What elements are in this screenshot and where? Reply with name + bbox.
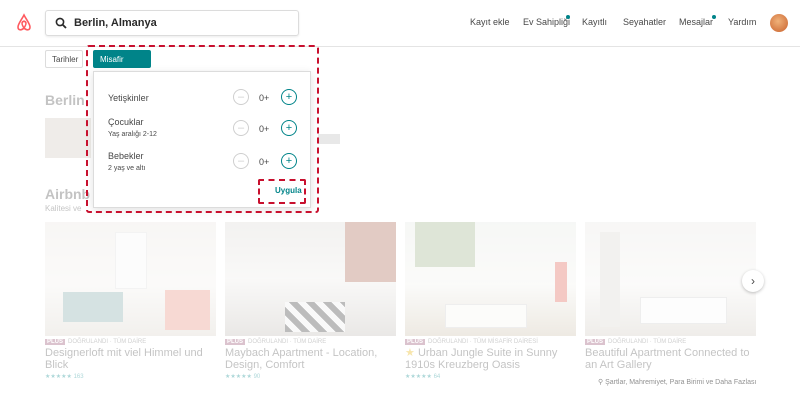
- section-title: Airbnb: [45, 186, 91, 202]
- listing-photo[interactable]: [585, 222, 756, 336]
- footer-links-text[interactable]: ⚲ Şartlar, Mahremiyet, Para Birimi ve Da…: [598, 378, 756, 386]
- listing-card[interactable]: PLUS DOĞRULANDI · TÜM DAİRE Designerloft …: [45, 222, 216, 380]
- airbnb-logo-icon[interactable]: [14, 13, 34, 33]
- nav-trips[interactable]: Seyahatler: [623, 17, 666, 27]
- section-title: Berlin: [45, 92, 85, 108]
- avatar[interactable]: [770, 14, 788, 32]
- listing-type: PLUS DOĞRULANDI · TÜM DAİRE: [45, 339, 147, 345]
- chevron-right-icon: ›: [751, 274, 755, 288]
- notification-dot: [712, 15, 716, 19]
- nav-add-listing[interactable]: Kayıt ekle: [470, 17, 510, 27]
- search-icon: [55, 17, 67, 29]
- listing-card[interactable]: PLUS DOĞRULANDI · TÜM DAİRE Maybach Apart…: [225, 222, 396, 380]
- map-pin-icon: ⚲: [598, 379, 604, 386]
- carousel-next-button[interactable]: ›: [742, 270, 764, 292]
- notification-dot: [566, 15, 570, 19]
- search-input[interactable]: Berlin, Almanya: [74, 17, 157, 29]
- nav-saved[interactable]: Kayıtlı: [582, 17, 607, 27]
- nav-help[interactable]: Yardım: [728, 17, 756, 27]
- listing-title[interactable]: ★ Urban Jungle Suite in Sunny 1910s Kreu…: [405, 347, 576, 371]
- dates-filter-button[interactable]: Tarihler: [45, 50, 83, 68]
- listing-rating: ★★★★★ 90: [225, 374, 261, 380]
- nav-messages[interactable]: Mesajlar: [679, 17, 713, 27]
- category-label-placeholder: [318, 134, 340, 144]
- section-subtitle: Kalitesi ve: [45, 204, 82, 213]
- listing-type: PLUS DOĞRULANDI · TÜM DAİRE: [585, 339, 687, 345]
- listing-title[interactable]: Maybach Apartment - Location, Design, Co…: [225, 347, 396, 371]
- category-thumbnail[interactable]: [45, 118, 91, 158]
- nav-hosting[interactable]: Ev Sahipliği: [523, 17, 570, 27]
- listing-rating: ★★★★★ 163: [45, 374, 84, 380]
- listing-photo[interactable]: [405, 222, 576, 336]
- listing-card[interactable]: PLUS DOĞRULANDI · TÜM DAİRE Beautiful Apa…: [585, 222, 756, 371]
- listing-type: PLUS DOĞRULANDI · TÜM DAİRE: [225, 339, 327, 345]
- listing-type: PLUS DOĞRULANDI · TÜM MİSAFİR DAİRESİ: [405, 339, 538, 345]
- listing-rating: ★★★★★ 64: [405, 374, 441, 380]
- listing-title[interactable]: Beautiful Apartment Connected to an Art …: [585, 347, 756, 371]
- listing-photo[interactable]: [225, 222, 396, 336]
- listing-title[interactable]: Designerloft mit viel Himmel und Blick: [45, 347, 216, 371]
- listing-card[interactable]: PLUS DOĞRULANDI · TÜM MİSAFİR DAİRESİ ★ U…: [405, 222, 576, 380]
- highlight-annotation: [258, 179, 306, 204]
- search-bar[interactable]: Berlin, Almanya: [45, 10, 299, 36]
- top-bar: Berlin, Almanya Kayıt ekle Ev Sahipliği …: [0, 0, 800, 47]
- listing-photo[interactable]: [45, 222, 216, 336]
